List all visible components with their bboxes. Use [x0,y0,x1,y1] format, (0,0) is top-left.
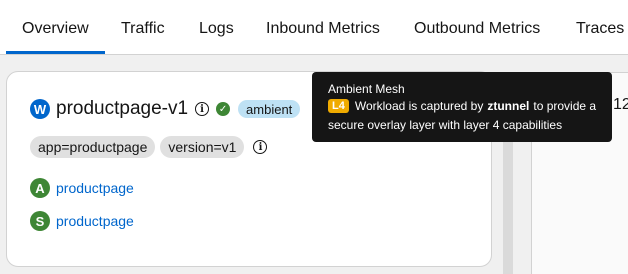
app-link[interactable]: productpage [56,180,134,196]
service-link[interactable]: productpage [56,213,134,229]
app-badge: A [30,178,50,198]
ambient-mesh-tooltip: Ambient Mesh L4 Workload is captured by … [312,72,612,142]
workload-type-badge: W [30,99,50,119]
tab-inbound-metrics[interactable]: Inbound Metrics [266,20,380,38]
tooltip-text-pre: Workload is captured by [354,99,484,113]
tab-overview[interactable]: Overview [22,20,89,38]
check-circle-icon[interactable]: ✓ [216,102,231,116]
tab-outbound-metrics[interactable]: Outbound Metrics [414,20,540,38]
tab-traffic[interactable]: Traffic [121,20,165,38]
tooltip-title: Ambient Mesh [328,82,405,96]
labels-row: app=productpage version=v1 i [30,136,268,158]
workload-title-row: W productpage-v1 i ✓ ambient [30,98,301,120]
tooltip-line-1: L4 Workload is captured by ztunnel to pr… [328,99,596,113]
labels-info-icon[interactable]: i [253,140,268,154]
active-tab-indicator [6,51,105,54]
tab-traces[interactable]: Traces [576,20,624,38]
ambient-badge[interactable]: ambient [238,100,301,118]
label-chip-version: version=v1 [160,136,245,158]
side-panel-text: 12 [613,96,628,113]
info-icon[interactable]: i [195,102,210,116]
workload-name: productpage-v1 [56,98,189,119]
related-app-row: A productpage [30,178,134,198]
tooltip-line-2: secure overlay layer with layer 4 capabi… [328,118,563,132]
l4-badge: L4 [328,99,349,113]
tab-bar: Overview Traffic Logs Inbound Metrics Ou… [0,0,628,55]
related-service-row: S productpage [30,211,134,231]
service-badge: S [30,211,50,231]
label-chip-app: app=productpage [30,136,156,158]
tooltip-text-ztunnel: ztunnel [487,99,530,113]
tooltip-text-post: to provide a [533,99,597,113]
tab-logs[interactable]: Logs [199,20,234,38]
